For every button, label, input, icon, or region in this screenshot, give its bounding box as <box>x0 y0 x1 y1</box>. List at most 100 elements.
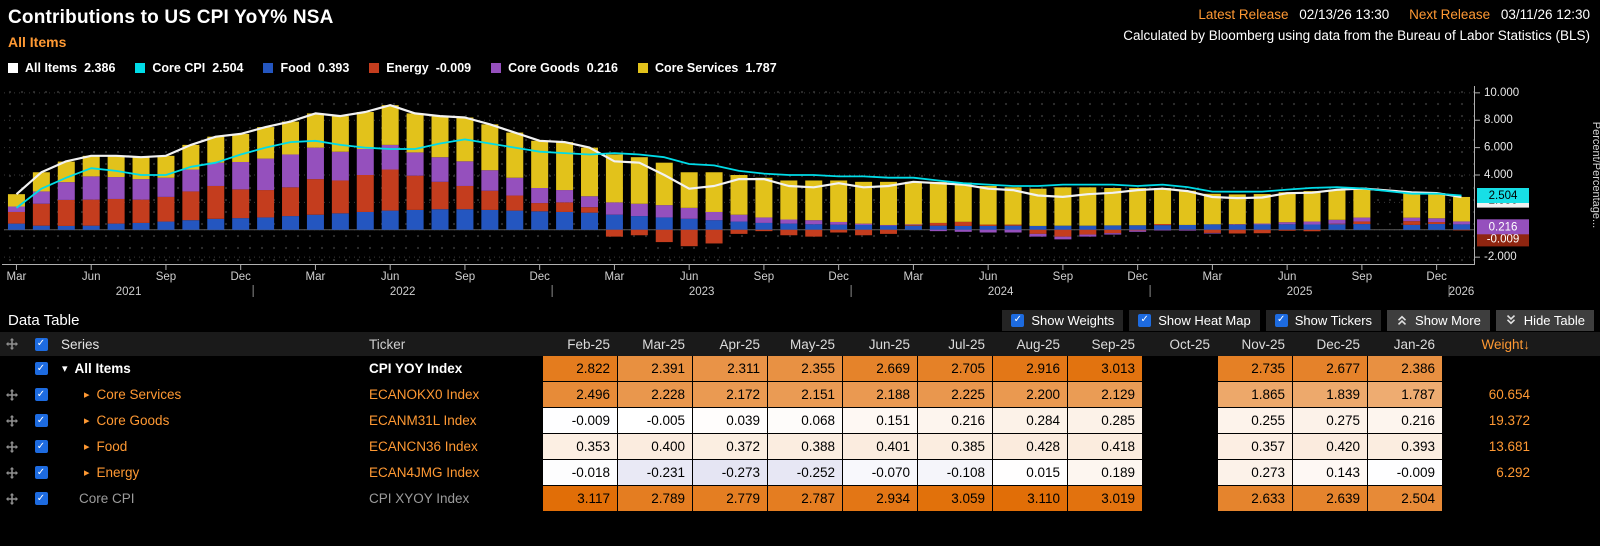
row-checkbox-cell-energy[interactable]: ✓ <box>24 460 58 485</box>
row-checkbox-energy[interactable]: ✓ <box>35 466 48 479</box>
month-label: Dec <box>828 271 849 283</box>
series-cell-core-services[interactable]: ▸Core Services <box>58 382 365 407</box>
show-more-button[interactable]: Show More <box>1387 310 1490 331</box>
series-cell-all-items[interactable]: ▾All Items <box>58 356 365 381</box>
value-cell-core-cpi-feb-25: 3.117 <box>543 486 618 512</box>
move-icon <box>6 389 18 401</box>
row-checkbox-core-cpi[interactable]: ✓ <box>35 492 48 505</box>
column-header-series[interactable]: Series <box>58 332 365 356</box>
row-drag-handle-core-cpi[interactable] <box>0 486 24 511</box>
ticker-cell-all-items[interactable]: CPI YOY Index <box>365 356 543 381</box>
column-header-sep-25[interactable]: Sep-25 <box>1068 332 1143 356</box>
bar-core-services <box>706 172 723 212</box>
value-cell-core-cpi-jan-26: 2.504 <box>1368 486 1443 512</box>
column-header-feb-25[interactable]: Feb-25 <box>543 332 618 356</box>
column-header-apr-25[interactable]: Apr-25 <box>693 332 768 356</box>
bar-core-goods <box>456 161 473 186</box>
legend-item-core-cpi[interactable]: Core CPI2.504 <box>135 61 243 75</box>
legend-item-energy[interactable]: Energy-0.009 <box>369 61 471 75</box>
row-checkbox-cell-all-items[interactable]: ✓ <box>24 356 58 381</box>
show-weights-checkbox[interactable]: ✓ <box>1011 314 1024 327</box>
column-header-jun-25[interactable]: Jun-25 <box>843 332 918 356</box>
series-cell-energy[interactable]: ▸ Energy <box>58 460 365 485</box>
bar-core-goods <box>631 204 648 216</box>
show-tickers-toggle[interactable]: ✓Show Tickers <box>1266 310 1381 331</box>
show-tickers-checkbox[interactable]: ✓ <box>1275 314 1288 327</box>
column-header-may-25[interactable]: May-25 <box>768 332 843 356</box>
ticker-cell-core-goods[interactable]: ECANM31L Index <box>365 408 543 433</box>
value-cell-core-cpi-apr-25: 2.779 <box>693 486 768 512</box>
row-checkbox-cell-core-cpi[interactable]: ✓ <box>24 486 58 511</box>
bar-core-services <box>382 105 399 145</box>
bar-food <box>382 211 399 230</box>
table-drag-handle[interactable] <box>0 332 24 356</box>
row-checkbox-cell-core-services[interactable]: ✓ <box>24 382 58 407</box>
bar-energy <box>556 202 573 212</box>
row-drag-handle-food[interactable] <box>0 434 24 459</box>
row-checkbox-core-services[interactable]: ✓ <box>35 388 48 401</box>
row-checkbox-core-goods[interactable]: ✓ <box>35 414 48 427</box>
expand-arrow-icon[interactable]: ▸ <box>84 388 90 401</box>
ticker-cell-core-services[interactable]: ECANOKX0 Index <box>365 382 543 407</box>
expand-arrow-icon[interactable]: ▸ <box>84 414 90 427</box>
row-checkbox-all-items[interactable]: ✓ <box>35 362 48 375</box>
column-header-mar-25[interactable]: Mar-25 <box>618 332 693 356</box>
show-heat-map-checkbox[interactable]: ✓ <box>1138 314 1151 327</box>
legend-value: -0.009 <box>436 61 471 75</box>
cpi-contributions-chart[interactable]: 10.0008.0006.0004.000-2.000MarJunSepDecM… <box>0 78 1600 302</box>
row-drag-handle-core-services[interactable] <box>0 382 24 407</box>
row-drag-handle-core-goods[interactable] <box>0 408 24 433</box>
bar-core-services <box>207 137 224 163</box>
series-cell-core-goods[interactable]: ▸Core Goods <box>58 408 365 433</box>
bar-energy <box>880 230 897 234</box>
column-header-ticker[interactable]: Ticker <box>365 332 543 356</box>
column-header-aug-25[interactable]: Aug-25 <box>993 332 1068 356</box>
bar-energy <box>581 207 598 212</box>
select-all-cell[interactable]: ✓ <box>24 332 58 356</box>
row-checkbox-cell-food[interactable]: ✓ <box>24 434 58 459</box>
column-header-jan-26[interactable]: Jan-26 <box>1368 332 1443 356</box>
row-checkbox-food[interactable]: ✓ <box>35 440 48 453</box>
collapse-arrow-icon[interactable]: ▾ <box>62 362 68 375</box>
bar-energy <box>456 186 473 209</box>
column-header-dec-25[interactable]: Dec-25 <box>1293 332 1368 356</box>
column-header-weight[interactable]: Weight ↓ <box>1443 332 1540 356</box>
bar-core-goods <box>307 148 324 179</box>
column-header-jul-25[interactable]: Jul-25 <box>918 332 993 356</box>
bar-food <box>556 212 573 230</box>
legend-item-all-items[interactable]: All Items2.386 <box>8 61 115 75</box>
ticker-cell-energy[interactable]: ECAN4JMG Index <box>365 460 543 485</box>
series-cell-food[interactable]: ▸Food <box>58 434 365 459</box>
show-heat-map-toggle[interactable]: ✓Show Heat Map <box>1129 310 1260 331</box>
y-tick-label: 8.000 <box>1484 114 1513 126</box>
bar-core-services <box>357 112 374 149</box>
expand-arrow-icon[interactable]: ▸ <box>84 466 90 479</box>
value-cell-core-cpi-nov-25: 2.633 <box>1218 486 1293 512</box>
legend-item-food[interactable]: Food0.393 <box>263 61 349 75</box>
bar-food <box>1179 225 1196 230</box>
legend-item-core-services[interactable]: Core Services1.787 <box>638 61 777 75</box>
hide-table-button[interactable]: Hide Table <box>1496 310 1594 331</box>
series-label: Energy <box>97 465 140 480</box>
bar-energy <box>955 222 972 226</box>
select-all-checkbox[interactable]: ✓ <box>35 338 48 351</box>
row-drag-handle-energy[interactable] <box>0 460 24 485</box>
value-cell-core-cpi-mar-25: 2.789 <box>618 486 693 512</box>
bar-food <box>1353 224 1370 230</box>
bar-energy <box>332 180 349 213</box>
series-cell-core-cpi[interactable]: Core CPI <box>58 486 365 511</box>
bar-food <box>1304 225 1321 230</box>
bar-core-goods <box>980 230 997 233</box>
bar-food <box>432 209 449 230</box>
column-header-nov-25[interactable]: Nov-25 <box>1218 332 1293 356</box>
ticker-cell-core-cpi[interactable]: CPI XYOY Index <box>365 486 543 511</box>
expand-arrow-icon[interactable]: ▸ <box>84 440 90 453</box>
row-checkbox-cell-core-goods[interactable]: ✓ <box>24 408 58 433</box>
legend-item-core-goods[interactable]: Core Goods0.216 <box>491 61 618 75</box>
value-cell-core-services-jul-25: 2.225 <box>918 382 993 408</box>
show-weights-toggle[interactable]: ✓Show Weights <box>1002 310 1123 331</box>
column-header-oct-25[interactable]: Oct-25 <box>1143 332 1218 356</box>
ticker-cell-food[interactable]: ECANCN36 Index <box>365 434 543 459</box>
data-table-title: Data Table <box>8 312 79 329</box>
value-cell-energy-apr-25: -0.273 <box>693 460 768 486</box>
